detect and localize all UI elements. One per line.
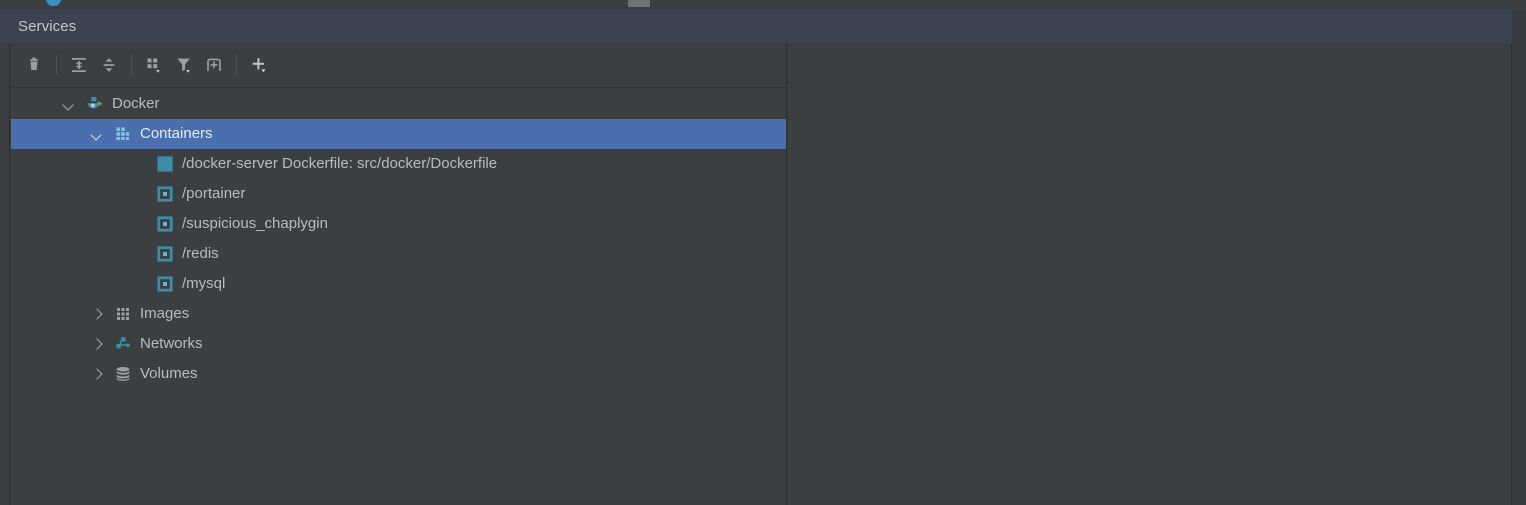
- tree-row-label: /docker-server Dockerfile: src/docker/Do…: [182, 155, 498, 172]
- add-tab-icon: [207, 58, 221, 71]
- delete-button[interactable]: [19, 50, 49, 80]
- chevron-right-icon[interactable]: [91, 338, 104, 351]
- tree-row-label: /suspicious_chaplygin: [182, 215, 328, 232]
- tab-handle-icon: [628, 0, 650, 7]
- right-edge-strip: [1513, 43, 1526, 505]
- toolbar-separator: [56, 55, 57, 75]
- tree-row-images[interactable]: Images: [11, 299, 786, 329]
- services-detail-panel: [788, 43, 1512, 505]
- delete-icon: [30, 57, 38, 70]
- tree-row-portainer[interactable]: /portainer: [11, 179, 786, 209]
- container-running-icon: [156, 155, 174, 173]
- tree-row-label: Containers: [140, 125, 213, 142]
- tree-row-label: Volumes: [140, 365, 198, 382]
- container-stopped-icon: [156, 275, 174, 293]
- titlebar-right-gap: [1512, 10, 1526, 43]
- collapse-all-button[interactable]: [94, 50, 124, 80]
- volumes-icon: [114, 365, 132, 383]
- filter-icon: [177, 58, 190, 73]
- networks-icon: [114, 335, 132, 353]
- tree-row-redis[interactable]: /redis: [11, 239, 786, 269]
- collapse-all-icon: [103, 58, 115, 72]
- group-by-icon: [147, 58, 160, 73]
- page-title: Services: [18, 18, 77, 35]
- container-stopped-icon: [156, 215, 174, 233]
- top-edge-strip: [0, 0, 1526, 10]
- tree-row-label: /mysql: [182, 275, 226, 292]
- container-stopped-icon: [156, 185, 174, 203]
- tree-row-mysql[interactable]: /mysql: [11, 269, 786, 299]
- expand-all-icon: [72, 58, 86, 72]
- add-service-icon: [252, 58, 266, 73]
- chevron-down-icon[interactable]: [91, 128, 104, 141]
- chevron-right-icon[interactable]: [91, 368, 104, 381]
- filter-button[interactable]: [169, 50, 199, 80]
- services-tree-panel: Docker Containers /docker-server Dockerf…: [11, 43, 787, 505]
- tree-row-label: /portainer: [182, 185, 246, 202]
- active-tab-indicator-icon: [46, 0, 61, 6]
- images-grid-icon: [114, 305, 132, 323]
- chevron-right-icon[interactable]: [91, 308, 104, 321]
- tree-row-suspicious-chaplygin[interactable]: /suspicious_chaplygin: [11, 209, 786, 239]
- tree-row-label: Images: [140, 305, 190, 322]
- toolbar-separator: [236, 55, 237, 75]
- services-titlebar: Services: [0, 10, 1512, 43]
- containers-grid-icon: [114, 125, 132, 143]
- tree-row-docker-server[interactable]: /docker-server Dockerfile: src/docker/Do…: [11, 149, 786, 179]
- services-tree[interactable]: Docker Containers /docker-server Dockerf…: [11, 89, 786, 504]
- tree-row-networks[interactable]: Networks: [11, 329, 786, 359]
- chevron-down-icon[interactable]: [63, 98, 76, 111]
- group-by-button[interactable]: [139, 50, 169, 80]
- tree-row-label: /redis: [182, 245, 219, 262]
- tree-row-docker[interactable]: Docker: [11, 89, 786, 119]
- docker-whale-running-icon: [86, 95, 104, 113]
- tree-row-volumes[interactable]: Volumes: [11, 359, 786, 389]
- services-toolbar: [11, 43, 786, 88]
- toolbar-pad: [11, 65, 19, 66]
- expand-all-button[interactable]: [64, 50, 94, 80]
- tree-row-label: Docker: [112, 95, 160, 112]
- toolbar-separator: [131, 55, 132, 75]
- tree-row-containers[interactable]: Containers: [11, 119, 786, 149]
- tree-row-label: Networks: [140, 335, 203, 352]
- add-service-button[interactable]: [244, 50, 274, 80]
- left-gutter: [0, 43, 10, 505]
- open-in-new-tab-button[interactable]: [199, 50, 229, 80]
- services-tool-window: Services Docker Containers /docker-serve…: [0, 0, 1526, 505]
- container-stopped-icon: [156, 245, 174, 263]
